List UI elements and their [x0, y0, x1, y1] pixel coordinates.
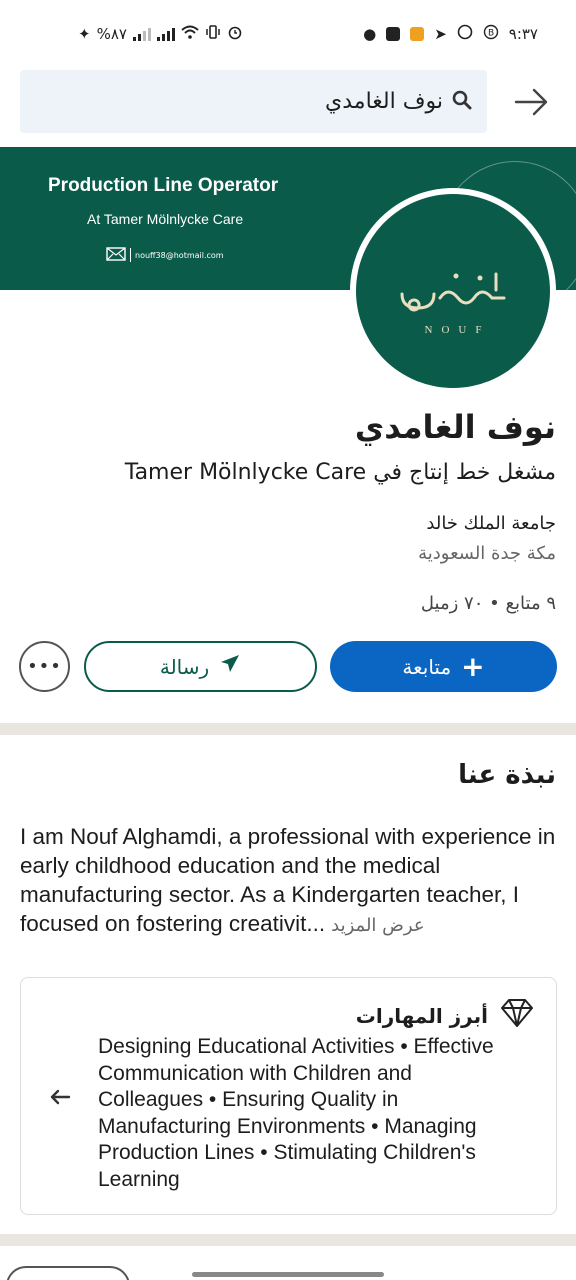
send-arrow-icon [219, 653, 241, 680]
about-text: I am Nouf Alghamdi, a professional with … [20, 822, 560, 940]
signal-icon [132, 27, 151, 41]
banner-subtitle: At Tamer Mölnlycke Care [87, 211, 244, 227]
plus-icon: + [461, 649, 485, 683]
svg-text:B: B [488, 29, 494, 39]
send-icon: ➤ [434, 25, 447, 43]
search-icon [451, 89, 473, 115]
banner-email: nouff38@hotmail.com [135, 250, 224, 260]
banner-email-row: nouff38@hotmail.com [106, 247, 224, 263]
b-icon: B [483, 24, 499, 44]
arrow-left-icon [49, 1084, 71, 1112]
profile-headline: مشغل خط إنتاج في Tamer Mölnlycke Care [124, 460, 556, 485]
see-more-link[interactable]: عرض المزيد [331, 915, 424, 936]
alarm-icon [227, 24, 243, 44]
facebook-icon [386, 27, 401, 41]
message-button[interactable]: رسالة [84, 641, 317, 692]
folder-icon [410, 27, 425, 41]
profile-school[interactable]: جامعة الملك خالد [426, 513, 556, 534]
avatar[interactable]: NOUF [350, 188, 556, 394]
top-skills-card[interactable]: أبرز المهارات Designing Educational Acti… [20, 977, 557, 1215]
clock-time: ٩:٣٧ [508, 25, 538, 43]
profile-name: نوف الغامدي [354, 408, 556, 446]
avatar-brand-word: NOUF [424, 324, 491, 336]
section-divider-2 [0, 1234, 576, 1246]
skills-list-text: Designing Educational Activities • Effec… [98, 1035, 494, 1191]
dot-icon: ● [363, 25, 377, 43]
diamond-icon [500, 998, 534, 1033]
nouf-logo-icon [400, 272, 506, 312]
mail-icon [106, 247, 126, 263]
skills-header: أبرز المهارات [356, 998, 534, 1033]
signal-icon-2 [156, 27, 175, 41]
whatsapp-icon [457, 24, 473, 44]
search-input[interactable]: نوف الغامدي [20, 70, 487, 133]
about-body: I am Nouf Alghamdi, a professional with … [20, 824, 556, 936]
bottom-pill-button[interactable] [6, 1266, 130, 1280]
mail-divider [130, 248, 131, 262]
section-divider [0, 723, 576, 735]
follow-button[interactable]: + متابعة [330, 641, 557, 692]
status-right: ● ➤ B ٩:٣٧ [363, 24, 538, 44]
charging-icon: ✦ [78, 25, 91, 43]
wifi-icon [181, 25, 199, 43]
search-row: نوف الغامدي [0, 70, 576, 136]
vibrate-icon [205, 25, 221, 43]
profile-stats[interactable]: ٩ متابع • ٧٠ زميل [421, 593, 556, 614]
back-arrow-icon[interactable] [512, 84, 552, 120]
search-query: نوف الغامدي [325, 89, 443, 114]
status-left: ✦ %٨٧ [78, 24, 243, 44]
avatar-logo-circle: NOUF [356, 194, 550, 388]
message-label: رسالة [159, 654, 210, 679]
more-dots-icon: ••• [27, 656, 62, 677]
gesture-home-bar[interactable] [192, 1272, 384, 1277]
banner-title: Production Line Operator [48, 175, 279, 196]
more-options-button[interactable]: ••• [19, 641, 70, 692]
about-title: نبذة عنا [458, 760, 556, 790]
follow-label: متابعة [402, 654, 452, 679]
battery-percent: %٨٧ [96, 25, 127, 43]
profile-location: مكة جدة السعودية [418, 543, 556, 564]
status-bar: ✦ %٨٧ ● ➤ B ٩:٣٧ [0, 0, 576, 70]
skills-title: أبرز المهارات [355, 1003, 488, 1028]
